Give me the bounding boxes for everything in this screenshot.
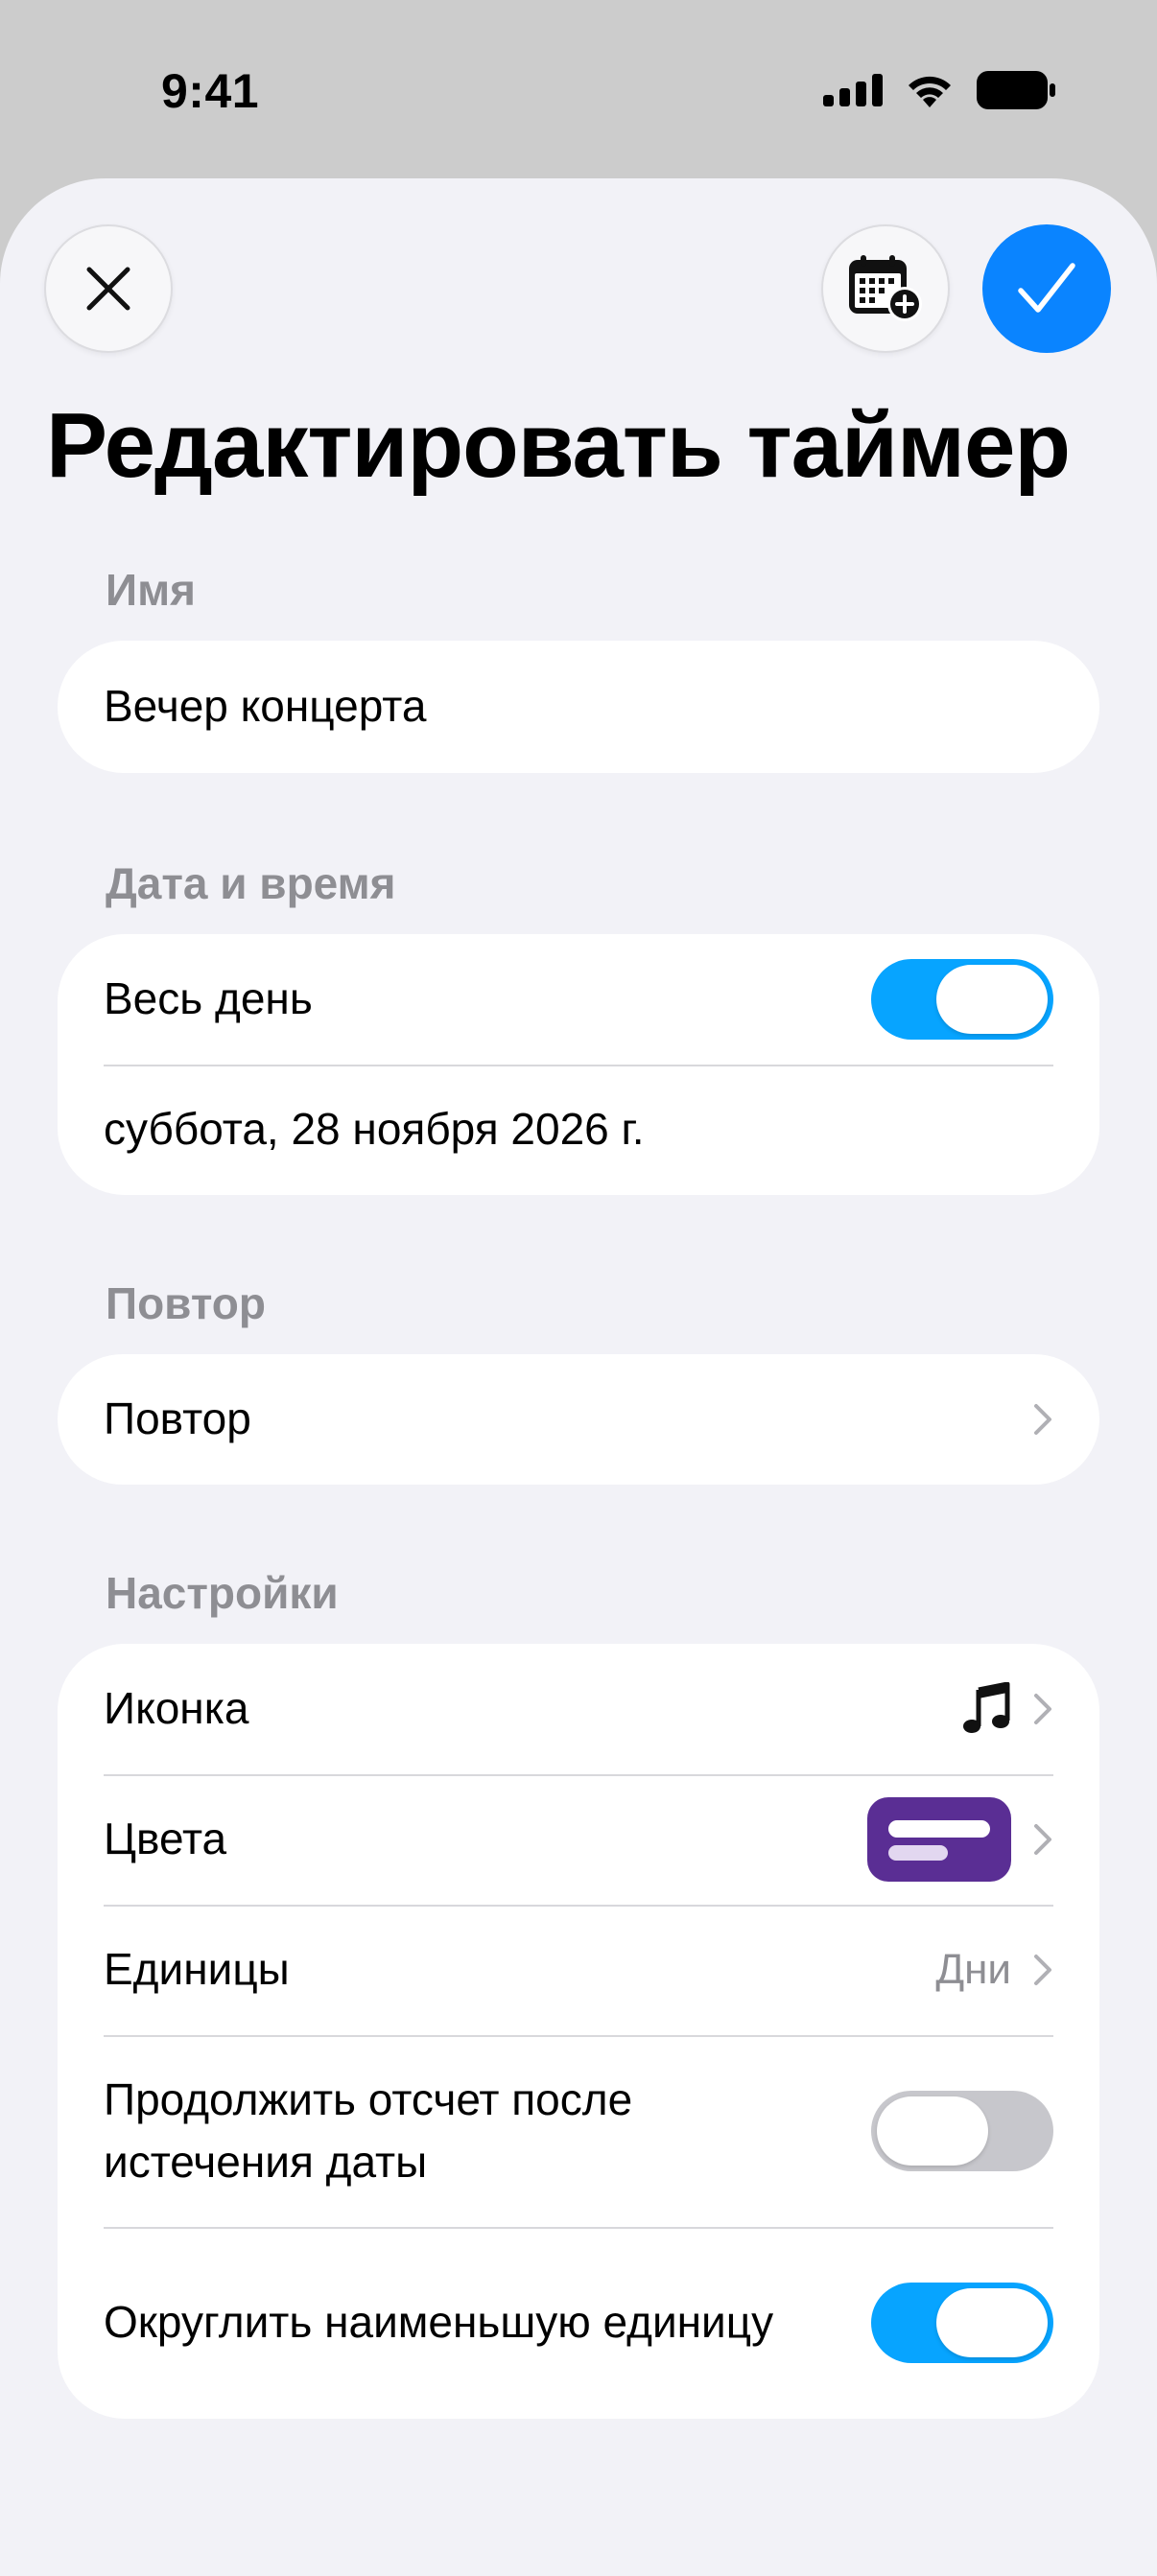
units-value: Дни [935, 1945, 1011, 1993]
close-icon [86, 267, 130, 311]
name-card: Вечер концерта [58, 641, 1099, 773]
all-day-label: Весь день [104, 973, 313, 1024]
datetime-card: Весь день суббота, 28 ноября 2026 г. [58, 934, 1099, 1195]
date-value[interactable]: суббота, 28 ноября 2026 г. [104, 1098, 1053, 1160]
colors-row[interactable]: Цвета [58, 1774, 1099, 1905]
cellular-signal-icon [823, 74, 883, 106]
settings-card: Иконка Цвета Единицы Дни Продолжить отсч… [58, 1644, 1099, 2419]
units-row[interactable]: Единицы Дни [58, 1905, 1099, 2035]
round-unit-row: Округлить наименьшую единицу [58, 2227, 1099, 2419]
wifi-icon [909, 76, 951, 107]
chevron-right-icon [1032, 1953, 1053, 1987]
chevron-right-icon [1032, 1692, 1053, 1726]
chevron-right-icon [1032, 1402, 1053, 1437]
repeat-label: Повтор [104, 1393, 251, 1444]
music-note-icon [963, 1682, 1010, 1733]
name-input[interactable]: Вечер концерта [104, 675, 1053, 738]
continue-count-label: Продолжить отсчет после истечения даты [104, 2073, 633, 2187]
colors-label: Цвета [104, 1814, 227, 1864]
close-button[interactable] [44, 224, 173, 353]
repeat-row[interactable]: Повтор [58, 1354, 1099, 1485]
status-icons [823, 71, 1055, 109]
repeat-card: Повтор [58, 1354, 1099, 1485]
icon-row[interactable]: Иконка [58, 1644, 1099, 1774]
continue-count-toggle[interactable] [871, 2091, 1053, 2171]
units-label: Единицы [104, 1944, 290, 1995]
date-row[interactable]: суббота, 28 ноября 2026 г. [58, 1065, 1099, 1195]
name-input-row[interactable]: Вечер концерта [58, 641, 1099, 773]
status-bar: 9:41 [0, 0, 1157, 178]
edit-timer-sheet: Редактировать таймер Имя Вечер концерта … [0, 178, 1157, 2576]
continue-count-row: Продолжить отсчет после истечения даты [58, 2035, 1099, 2227]
all-day-row: Весь день [58, 934, 1099, 1065]
section-label-settings: Настройки [106, 1568, 339, 1618]
icon-label: Иконка [104, 1683, 249, 1734]
status-time: 9:41 [161, 64, 260, 118]
battery-icon [977, 71, 1055, 109]
checkmark-icon [1018, 263, 1075, 313]
section-label-repeat: Повтор [106, 1278, 266, 1328]
calendar-add-icon [849, 255, 922, 321]
round-unit-toggle[interactable] [871, 2283, 1053, 2363]
chevron-right-icon [1032, 1822, 1053, 1857]
round-unit-label: Округлить наименьшую единицу [104, 2297, 774, 2348]
add-to-calendar-button[interactable] [821, 224, 950, 353]
color-swatch [867, 1797, 1011, 1882]
all-day-toggle[interactable] [871, 959, 1053, 1040]
confirm-button[interactable] [982, 224, 1111, 353]
page-title: Редактировать таймер [46, 395, 1071, 497]
section-label-datetime: Дата и время [106, 858, 396, 908]
section-label-name: Имя [106, 565, 196, 615]
